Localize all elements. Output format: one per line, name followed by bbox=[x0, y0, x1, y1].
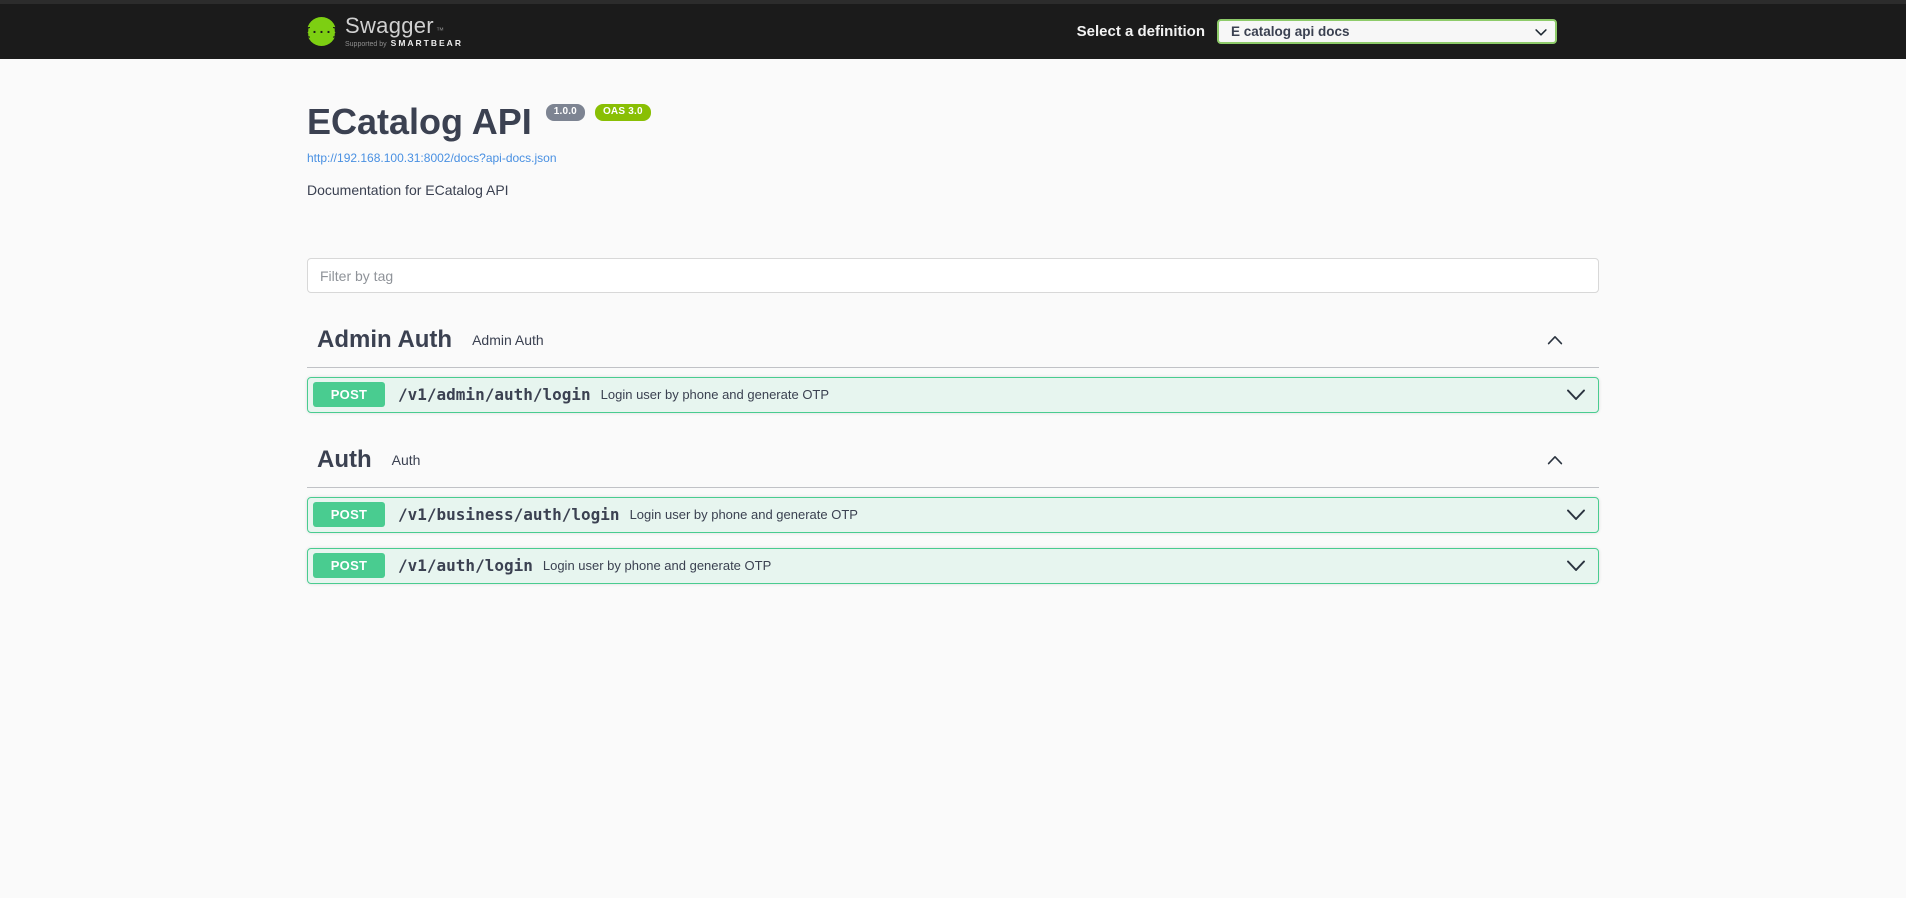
operation-summary: Login user by phone and generate OTP bbox=[542, 558, 772, 574]
filter-by-tag-input[interactable] bbox=[307, 258, 1599, 294]
swagger-logo[interactable]: {···} Swagger™ Supported by SMARTBEAR bbox=[307, 15, 463, 48]
method-badge: POST bbox=[313, 382, 385, 408]
trademark-symbol: ™ bbox=[435, 26, 445, 35]
smartbear-brand: SMARTBEAR bbox=[390, 38, 463, 48]
tag-section-admin-auth: Admin Auth Admin Auth POST /v1/admin/aut… bbox=[307, 314, 1599, 413]
chevron-down-icon bbox=[1567, 389, 1585, 400]
swagger-logo-icon: {···} bbox=[307, 17, 336, 46]
tag-header-auth[interactable]: Auth Auth bbox=[307, 434, 1599, 488]
operations-list: POST /v1/business/auth/login Login user … bbox=[307, 496, 1599, 584]
select-definition-label: Select a definition bbox=[1076, 23, 1205, 40]
api-info: ECatalog API 1.0.0 OAS 3.0 http://192.16… bbox=[307, 59, 1599, 198]
expand-operation-button[interactable] bbox=[1566, 389, 1586, 401]
spec-url-link[interactable]: http://192.168.100.31:8002/docs?api-docs… bbox=[307, 151, 557, 165]
operation-summary: Login user by phone and generate OTP bbox=[600, 387, 830, 403]
method-badge: POST bbox=[313, 502, 385, 528]
definition-select[interactable]: E catalog api docs bbox=[1217, 19, 1557, 44]
collapse-section-button[interactable] bbox=[1547, 335, 1589, 345]
method-badge: POST bbox=[313, 553, 385, 579]
swagger-logo-text: Swagger ™ Supported by SMARTBEAR bbox=[345, 13, 463, 49]
operation-post-v1-business-auth-login[interactable]: POST /v1/business/auth/login Login user … bbox=[307, 496, 1599, 533]
tag-section-auth: Auth Auth POST /v1/business/auth/login L… bbox=[307, 434, 1599, 584]
operation-path: /v1/business/auth/login bbox=[398, 505, 620, 525]
operation-summary: Login user by phone and generate OTP bbox=[629, 507, 858, 523]
operation-post-v1-admin-auth-login[interactable]: POST /v1/admin/auth/login Login user by … bbox=[307, 376, 1599, 413]
chevron-up-icon bbox=[1547, 455, 1563, 465]
title-badges: 1.0.0 OAS 3.0 bbox=[545, 104, 651, 121]
definition-select-wrap: E catalog api docs bbox=[1217, 19, 1557, 44]
filter-row bbox=[307, 258, 1599, 294]
tag-header-admin-auth[interactable]: Admin Auth Admin Auth bbox=[307, 314, 1599, 368]
swagger-brand-name: Swagger bbox=[345, 13, 434, 38]
api-title-text: ECatalog API bbox=[307, 101, 532, 142]
tag-description: Auth bbox=[391, 451, 421, 468]
definition-selector-area: Select a definition E catalog api docs bbox=[1077, 19, 1557, 44]
chevron-down-icon bbox=[1567, 560, 1585, 571]
tag-title: Auth bbox=[317, 445, 372, 473]
oas-badge: OAS 3.0 bbox=[594, 104, 651, 121]
operation-post-v1-auth-login[interactable]: POST /v1/auth/login Login user by phone … bbox=[307, 547, 1599, 584]
api-description: Documentation for ECatalog API bbox=[307, 182, 509, 199]
svg-text:{···}: {···} bbox=[307, 25, 336, 39]
collapse-section-button[interactable] bbox=[1547, 455, 1589, 465]
chevron-up-icon bbox=[1547, 336, 1563, 345]
version-badge: 1.0.0 bbox=[545, 104, 585, 121]
chevron-down-icon bbox=[1567, 509, 1585, 520]
expand-operation-button[interactable] bbox=[1566, 509, 1586, 521]
page-title: ECatalog API 1.0.0 OAS 3.0 bbox=[307, 101, 1599, 142]
supported-by-label: Supported by bbox=[345, 41, 387, 48]
tag-description: Admin Auth bbox=[472, 332, 544, 349]
topbar: {···} Swagger™ Supported by SMARTBEAR Se… bbox=[0, 0, 1906, 59]
tag-title: Admin Auth bbox=[317, 326, 453, 354]
operation-path: /v1/admin/auth/login bbox=[398, 385, 591, 405]
operation-path: /v1/auth/login bbox=[398, 556, 533, 576]
expand-operation-button[interactable] bbox=[1566, 560, 1586, 572]
operations-list: POST /v1/admin/auth/login Login user by … bbox=[307, 376, 1599, 413]
